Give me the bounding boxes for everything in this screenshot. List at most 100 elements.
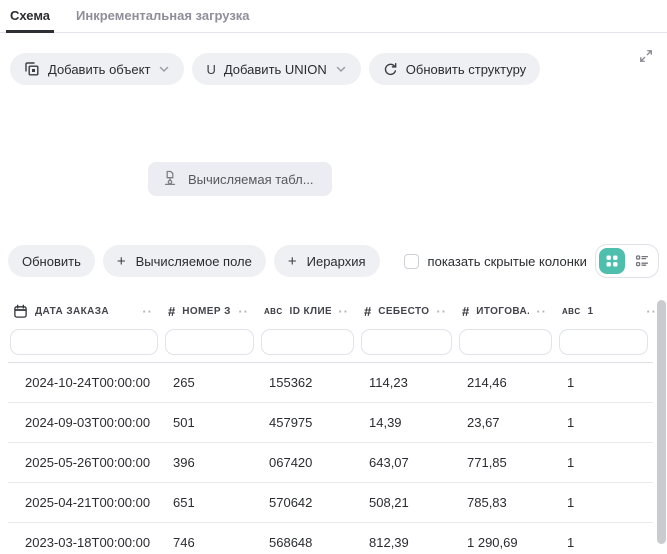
table-cell: 785,83 <box>457 483 557 522</box>
table-cell: 812,39 <box>359 523 457 554</box>
calendar-icon <box>13 304 28 319</box>
add-hierarchy-label: Иерархия <box>307 254 366 269</box>
view-toggle <box>595 244 659 278</box>
column-header-2[interactable]: #НОМЕР ЗА...·· <box>163 298 259 324</box>
table-cell: 396 <box>163 443 259 482</box>
plus-icon: + <box>288 253 297 270</box>
show-hidden-columns-checkbox-wrap[interactable]: показать скрытые колонки <box>404 254 587 269</box>
refresh-preview-button[interactable]: Обновить <box>8 245 95 277</box>
table-cell: 570642 <box>259 483 359 522</box>
expand-icon <box>639 49 653 63</box>
table-cell: 265 <box>163 363 259 402</box>
table-cell: 214,46 <box>457 363 557 402</box>
refresh-icon <box>383 62 398 77</box>
column-menu-icon[interactable]: ·· <box>142 305 157 318</box>
table-cell: 2025-04-21T00:00:00 <box>8 483 163 522</box>
column-header-4[interactable]: #СЕБЕСТО...·· <box>359 298 457 324</box>
column-header-1[interactable]: ДАТА ЗАКАЗА ·· <box>8 298 163 324</box>
column-filter-input-4[interactable] <box>361 329 452 355</box>
column-filter-input-2[interactable] <box>165 329 254 355</box>
table-cell: 501 <box>163 403 259 442</box>
list-icon <box>635 254 649 268</box>
table-cell: 651 <box>163 483 259 522</box>
filter-cell <box>163 326 259 358</box>
table-cell: 508,21 <box>359 483 457 522</box>
add-union-button[interactable]: U Добавить UNION <box>192 53 360 85</box>
add-object-icon <box>24 61 40 77</box>
table-cell: 1 <box>557 403 653 442</box>
tab-incremental-load[interactable]: Инкрементальная загрузка <box>74 0 252 32</box>
table-cell: 1 <box>557 363 653 402</box>
table-cell: 1 290,69 <box>457 523 557 554</box>
column-menu-icon[interactable]: ·· <box>436 305 451 318</box>
schema-canvas: Вычисляемая табл... <box>0 85 667 245</box>
table-cell: 771,85 <box>457 443 557 482</box>
filter-cell <box>359 326 457 358</box>
table-cell: 1 <box>557 523 653 554</box>
table-body: 2024-10-24T00:00:00265155362114,23214,46… <box>8 363 667 554</box>
add-hierarchy-button[interactable]: + Иерархия <box>274 245 380 277</box>
computed-table-label: Вычисляемая табл... <box>188 172 314 187</box>
plus-icon: + <box>117 253 126 270</box>
filter-cell <box>259 326 359 358</box>
column-filter-input-6[interactable] <box>559 329 648 355</box>
table-cell: 155362 <box>259 363 359 402</box>
add-calculated-field-button[interactable]: + Вычисляемое поле <box>103 245 266 277</box>
number-type-icon: # <box>462 304 469 319</box>
schema-toolbar: Добавить объект U Добавить UNION Обновит… <box>0 53 667 85</box>
column-header-6[interactable]: ABC1·· <box>557 298 667 324</box>
table-cell: 067420 <box>259 443 359 482</box>
data-preview-table: ДАТА ЗАКАЗА··#НОМЕР ЗА...··ABCID КЛИЕНТА… <box>0 298 667 554</box>
filter-cell <box>457 326 557 358</box>
string-type-icon: ABC <box>264 307 283 316</box>
table-row: 2023-03-18T00:00:00746568648812,391 290,… <box>8 523 653 554</box>
column-filter-input-5[interactable] <box>459 329 552 355</box>
add-object-button[interactable]: Добавить объект <box>10 53 184 85</box>
column-label: ИТОГОВА... <box>476 306 529 317</box>
table-cell: 2025-05-26T00:00:00 <box>8 443 163 482</box>
column-menu-icon[interactable]: ·· <box>338 305 353 318</box>
table-cell: 2024-09-03T00:00:00 <box>8 403 163 442</box>
refresh-structure-label: Обновить структуру <box>406 62 526 77</box>
computed-table-icon <box>162 170 178 189</box>
refresh-structure-button[interactable]: Обновить структуру <box>369 53 540 85</box>
table-cell: 14,39 <box>359 403 457 442</box>
add-calculated-field-label: Вычисляемое поле <box>136 254 252 269</box>
column-label: ДАТА ЗАКАЗА <box>35 306 109 317</box>
show-hidden-columns-checkbox[interactable] <box>404 254 419 269</box>
tab-schema[interactable]: Схема <box>8 0 52 32</box>
preview-toolbar: Обновить + Вычисляемое поле + Иерархия п… <box>0 245 667 277</box>
table-cell: 568648 <box>259 523 359 554</box>
table-header-row: ДАТА ЗАКАЗА··#НОМЕР ЗА...··ABCID КЛИЕНТА… <box>8 298 667 324</box>
fullscreen-expand-button[interactable] <box>637 47 655 68</box>
number-type-icon: # <box>168 304 175 319</box>
table-cell: 2024-10-24T00:00:00 <box>8 363 163 402</box>
column-label: СЕБЕСТО... <box>378 306 429 317</box>
add-object-label: Добавить объект <box>48 62 150 77</box>
column-label: ID КЛИЕНТА <box>290 306 332 317</box>
table-cell: 1 <box>557 483 653 522</box>
grid-view-button[interactable] <box>599 248 625 274</box>
vertical-scrollbar[interactable] <box>657 300 666 544</box>
union-icon: U <box>206 62 215 77</box>
filter-cell <box>557 326 653 358</box>
column-header-5[interactable]: # ИТОГОВА... ·· <box>457 298 557 324</box>
table-cell: 746 <box>163 523 259 554</box>
refresh-preview-label: Обновить <box>22 254 81 269</box>
column-header-3[interactable]: ABC ID КЛИЕНТА ·· <box>259 298 359 324</box>
column-menu-icon[interactable]: ·· <box>536 305 551 318</box>
tab-bar: Схема Инкрементальная загрузка <box>0 0 667 33</box>
table-cell: 2023-03-18T00:00:00 <box>8 523 163 554</box>
computed-table-node[interactable]: Вычисляемая табл... <box>148 162 332 196</box>
table-row: 2024-09-03T00:00:0050145797514,3923,671 <box>8 403 653 443</box>
list-view-button[interactable] <box>629 248 655 274</box>
table-cell: 643,07 <box>359 443 457 482</box>
chevron-down-icon <box>158 63 170 75</box>
string-type-icon: ABC <box>562 307 581 316</box>
table-cell: 23,67 <box>457 403 557 442</box>
table-cell: 114,23 <box>359 363 457 402</box>
column-filter-input-1[interactable] <box>10 329 158 355</box>
chevron-down-icon <box>335 63 347 75</box>
column-menu-icon[interactable]: ·· <box>238 305 253 318</box>
column-filter-input-3[interactable] <box>261 329 354 355</box>
